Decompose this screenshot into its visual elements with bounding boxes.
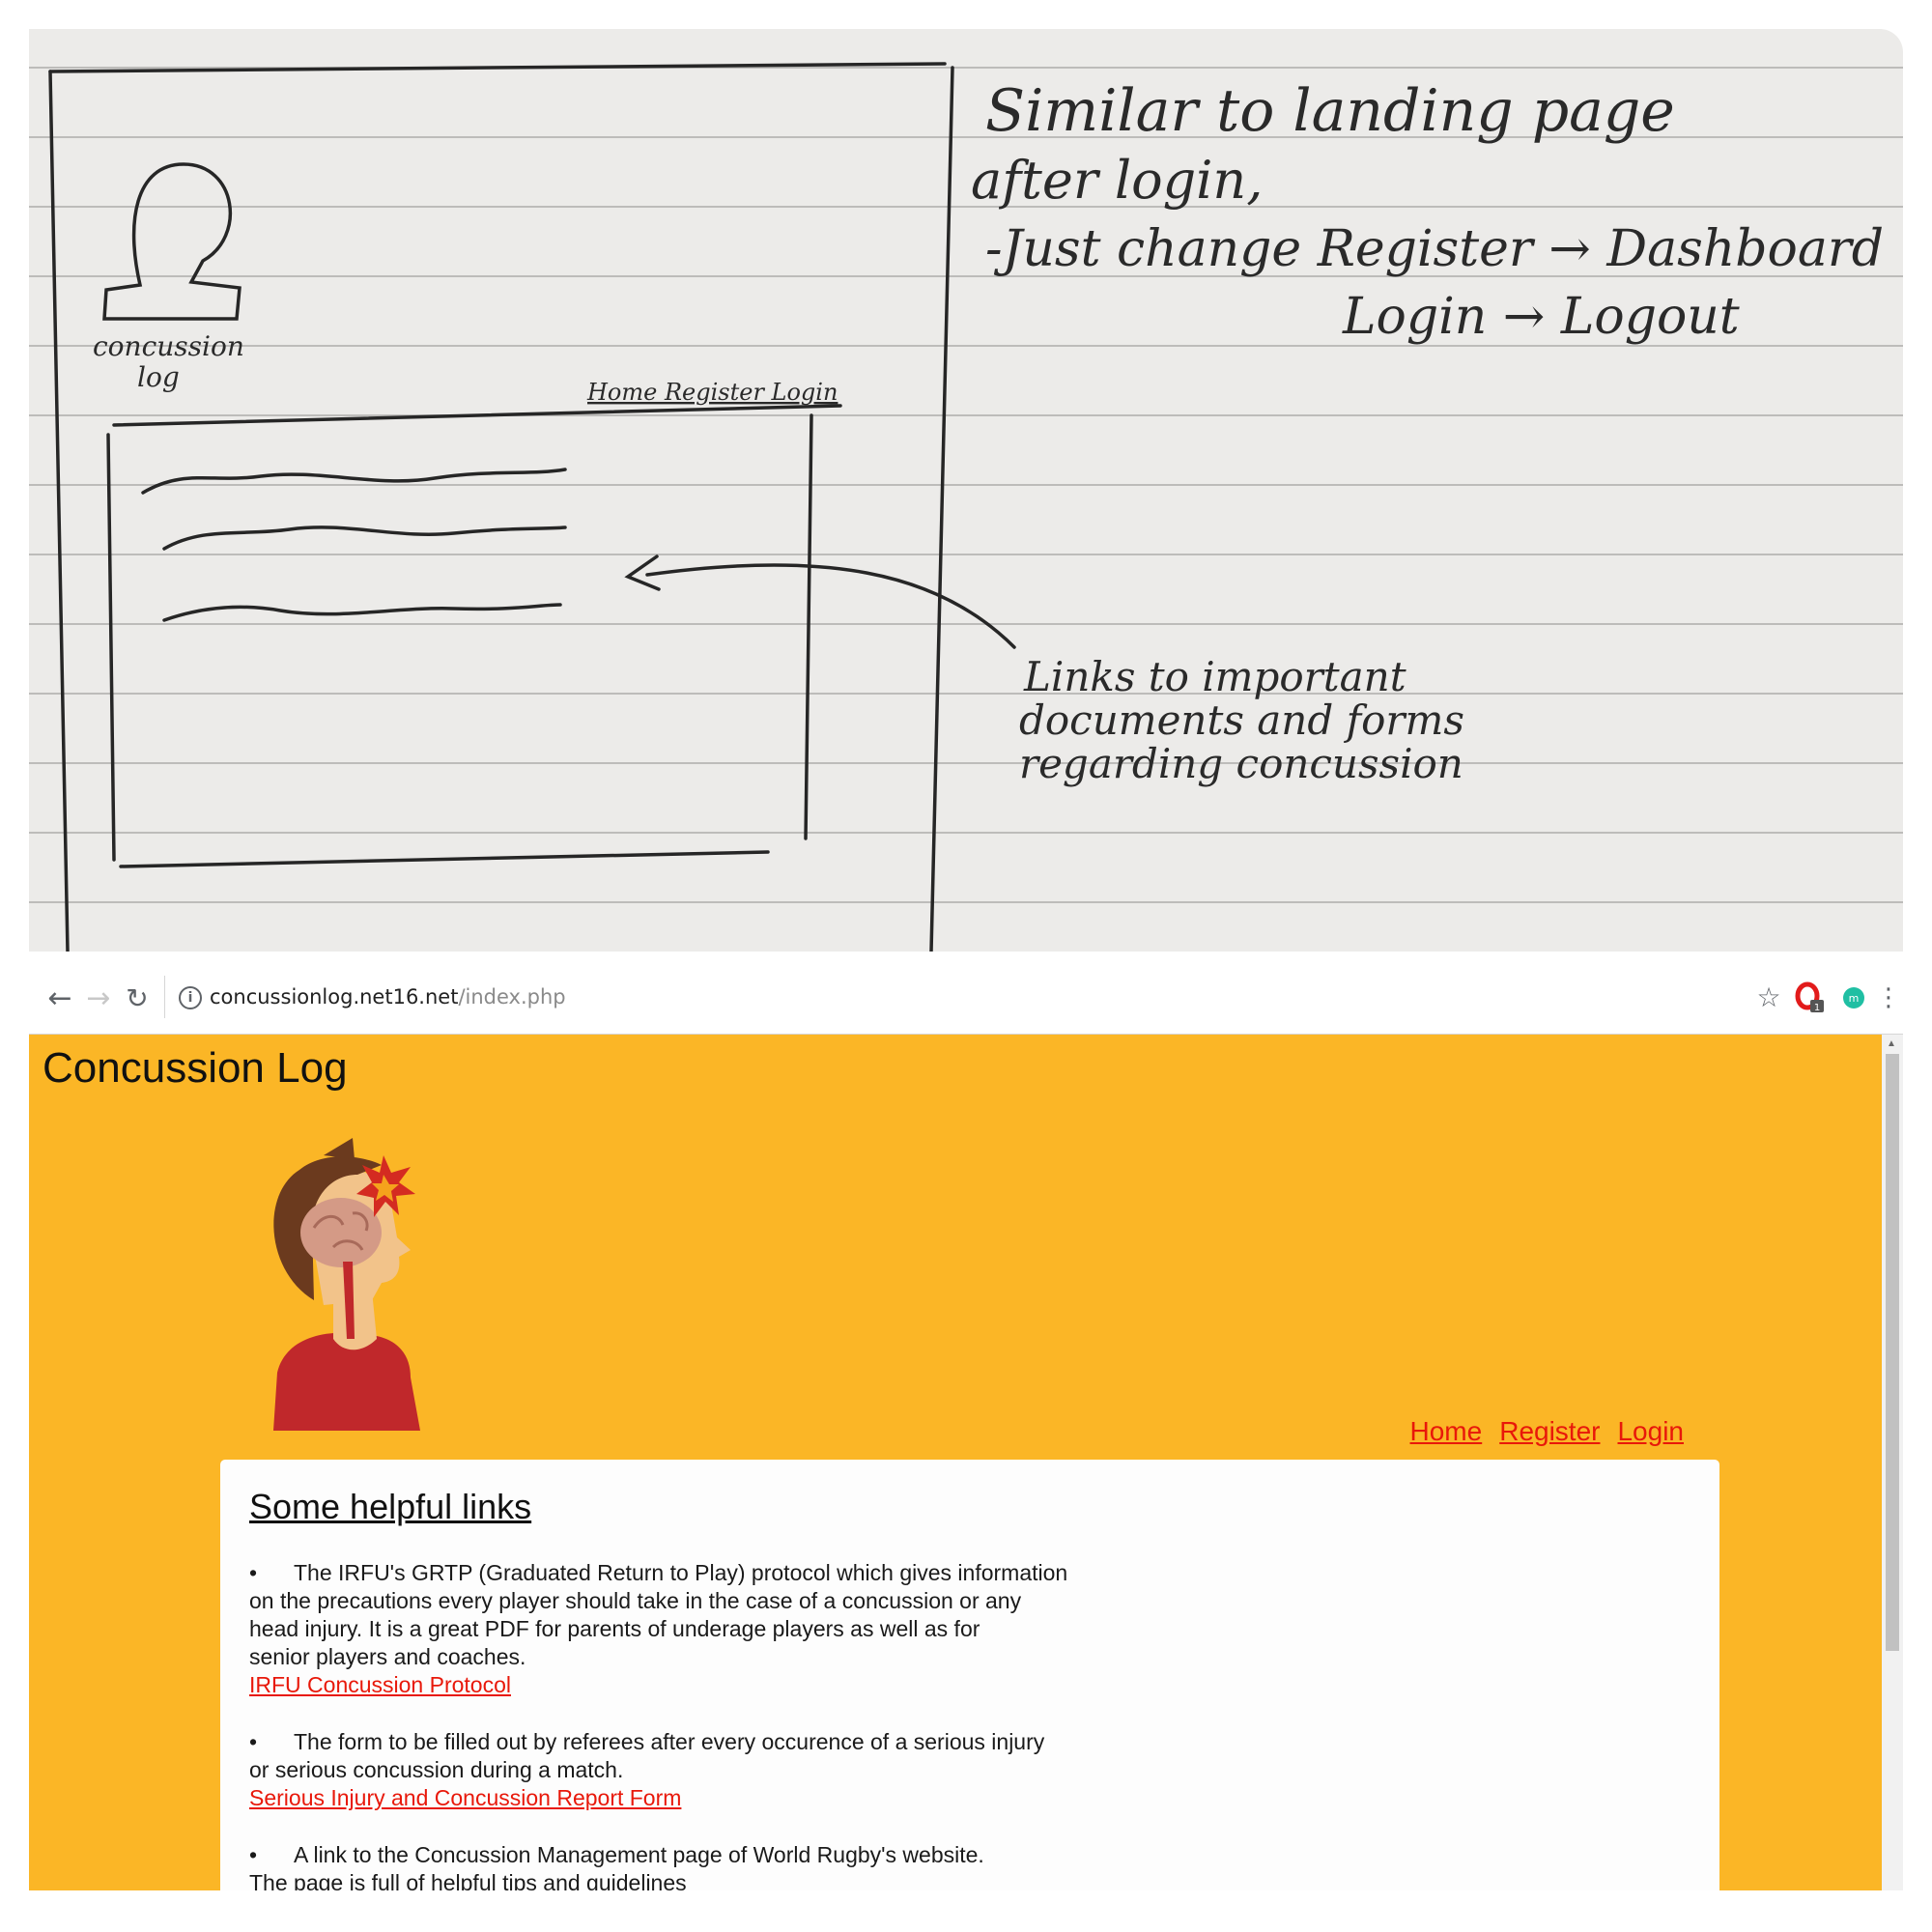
sketch-annotation-line: Links to important	[1023, 653, 1406, 700]
item-text: senior players and coaches.	[249, 1644, 526, 1669]
ruled-lines	[29, 67, 1903, 903]
svg-text:m: m	[1849, 992, 1860, 1005]
sketch-note-line: after login,	[971, 150, 1263, 211]
profile-extension-icon[interactable]: m	[1837, 981, 1870, 1014]
sketch-arrow	[645, 563, 1016, 649]
helpful-links-panel: Some helpful links • The IRFU's GRTP (Gra…	[220, 1460, 1719, 1890]
sketch-note-line: -Just change Register → Dashboard	[985, 220, 1884, 278]
star-icon[interactable]: ☆	[1752, 981, 1785, 1014]
item-text: on the precautions every player should t…	[249, 1588, 1022, 1613]
back-arrow-icon[interactable]: ←	[41, 980, 79, 1018]
list-item: • The IRFU's GRTP (Graduated Return to Pl…	[249, 1559, 1138, 1699]
sketch-text-line	[141, 468, 567, 495]
kebab-menu-icon[interactable]: ⋮	[1872, 981, 1903, 1014]
list-item: • A link to the Concussion Management pag…	[249, 1841, 1138, 1890]
sketch-text-line	[162, 603, 562, 622]
sketch-annotation-line: regarding concussion	[1019, 740, 1463, 787]
bullet: •	[249, 1560, 258, 1585]
scrollbar-thumb[interactable]	[1886, 1054, 1899, 1651]
web-page: Concussion Log Home Register Login Some …	[29, 1035, 1903, 1890]
site-nav: Home Register Login	[1393, 1416, 1684, 1447]
extension-badge: 1	[1814, 1003, 1820, 1013]
scrollbar[interactable]: ▲	[1882, 1035, 1903, 1890]
opera-extension-icon[interactable]: 1	[1793, 981, 1826, 1014]
nav-register-link[interactable]: Register	[1499, 1416, 1600, 1446]
sketch-frame-right	[929, 66, 954, 952]
address-bar[interactable]: i concussionlog.net16.net/index.php	[164, 976, 1807, 1018]
item-text: The IRFU's GRTP (Graduated Return to Pla…	[294, 1560, 1068, 1585]
sketch-logo-caption: concussion	[93, 330, 244, 362]
irfu-protocol-link[interactable]: IRFU Concussion Protocol	[249, 1672, 511, 1697]
item-text: The page is full of helpful tips and gui…	[249, 1870, 687, 1890]
browser-toolbar: ← → ↻ i concussionlog.net16.net/index.ph…	[29, 966, 1903, 1035]
notebook-page: concussion log Home Register Login Simil…	[29, 62, 1903, 952]
list-item: • The form to be filled out by referees a…	[249, 1728, 1138, 1812]
sketch-nav-labels: Home Register Login	[586, 379, 838, 406]
sketch-frame-left	[48, 70, 70, 952]
item-text: The form to be filled out by referees af…	[294, 1729, 1045, 1754]
sketch-box-left	[106, 433, 116, 862]
sketch-note-line: Login → Logout	[1342, 288, 1740, 346]
wireframe-sketch: concussion log Home Register Login Simil…	[29, 29, 1903, 952]
nav-login-link[interactable]: Login	[1617, 1416, 1684, 1446]
info-icon[interactable]: i	[179, 986, 202, 1009]
url-host: concussionlog.net16.net	[210, 985, 459, 1009]
nav-home-link[interactable]: Home	[1410, 1416, 1483, 1446]
scroll-up-icon[interactable]: ▲	[1887, 1038, 1896, 1049]
item-text: head injury. It is a great PDF for paren…	[249, 1616, 980, 1641]
reload-icon[interactable]: ↻	[118, 980, 156, 1018]
browser-window: ← → ↻ i concussionlog.net16.net/index.ph…	[29, 966, 1903, 1890]
sketch-logo-icon	[102, 162, 242, 321]
links-heading: Some helpful links	[249, 1487, 532, 1526]
injury-report-form-link[interactable]: Serious Injury and Concussion Report For…	[249, 1785, 681, 1810]
item-text: A link to the Concussion Management page…	[294, 1842, 984, 1867]
url-path: /index.php	[458, 985, 566, 1009]
sketch-note-line: Similar to landing page	[985, 77, 1675, 145]
forward-arrow-icon[interactable]: →	[79, 980, 118, 1018]
sketch-box-right	[804, 413, 813, 840]
site-title: Concussion Log	[43, 1044, 348, 1092]
item-text: or serious concussion during a match.	[249, 1757, 624, 1782]
bullet: •	[249, 1729, 258, 1754]
concussion-head-logo	[266, 1136, 488, 1440]
sketch-box-bottom	[119, 850, 770, 868]
sketch-logo-caption: log	[137, 361, 180, 393]
bullet: •	[249, 1842, 258, 1867]
sketch-text-line	[162, 526, 567, 551]
sketch-annotation-line: documents and forms	[1019, 696, 1464, 744]
